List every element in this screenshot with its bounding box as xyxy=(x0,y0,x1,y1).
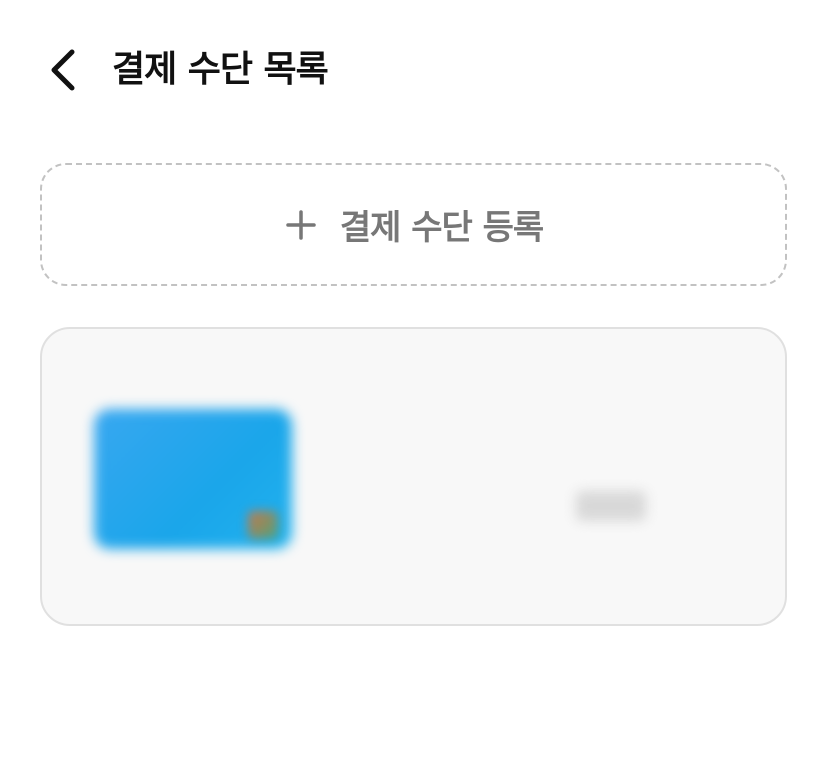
header: 결제 수단 목록 xyxy=(0,36,828,104)
page-title: 결제 수단 목록 xyxy=(112,49,329,90)
add-payment-method-label: 결제 수단 등록 xyxy=(339,208,544,248)
add-payment-method-button[interactable]: 결제 수단 등록 xyxy=(40,163,787,286)
back-button[interactable] xyxy=(36,36,88,104)
card-number-redacted xyxy=(576,491,646,521)
payment-method-item[interactable] xyxy=(40,327,787,626)
plus-icon xyxy=(284,208,318,242)
card-brand-logo xyxy=(248,511,278,539)
chevron-left-icon xyxy=(51,49,75,91)
